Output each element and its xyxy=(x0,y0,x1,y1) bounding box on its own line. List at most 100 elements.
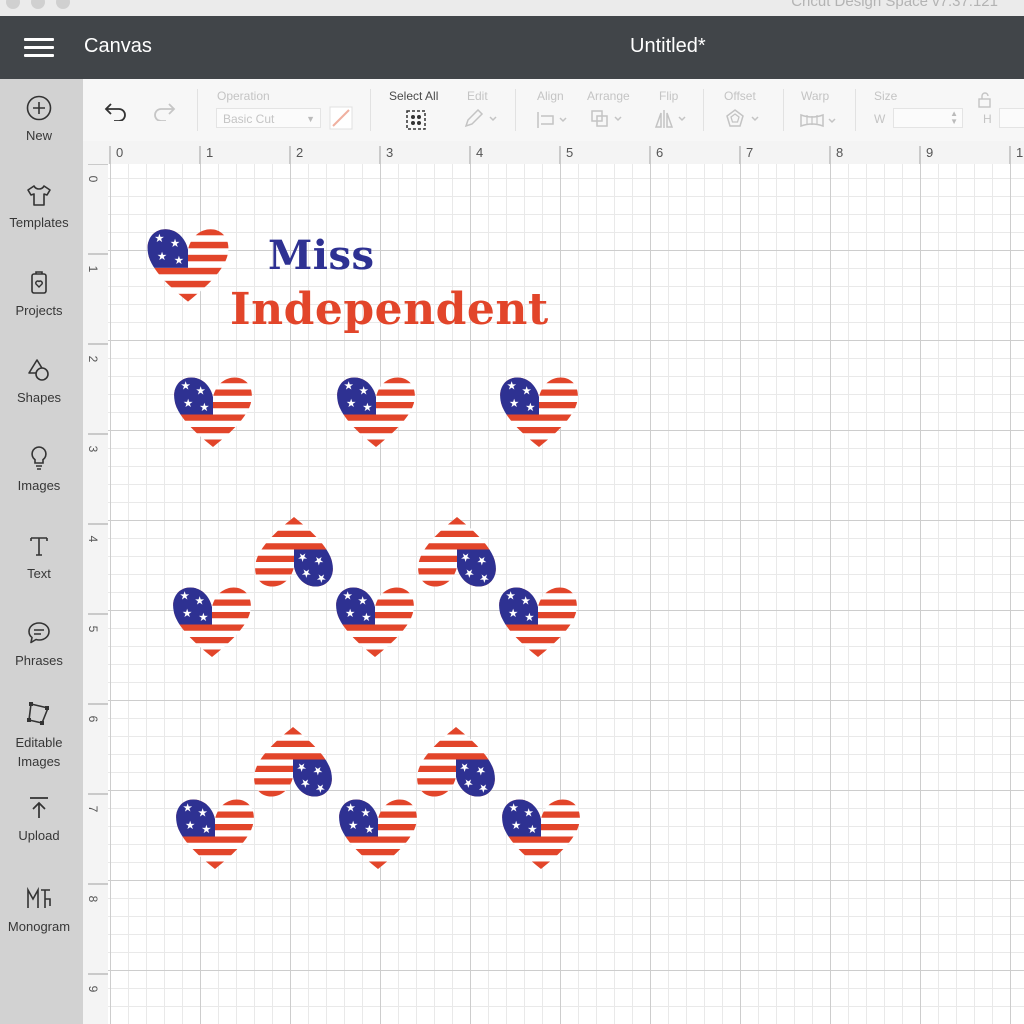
height-label: H xyxy=(983,112,992,126)
ruler-label-4: 4 xyxy=(476,145,484,160)
sidebar-item-monogram[interactable]: Monogram xyxy=(0,885,78,934)
toolbar-divider xyxy=(515,89,516,131)
ruler-label-2: 2 xyxy=(296,145,304,160)
operation-value: Basic Cut xyxy=(223,112,275,126)
sidebar-label-templates: Templates xyxy=(9,215,69,230)
arrange-icon[interactable] xyxy=(590,109,626,129)
toolbar-divider xyxy=(783,89,784,131)
vruler-label-5: 5 xyxy=(86,625,100,633)
unlock-icon[interactable] xyxy=(976,91,994,109)
vruler-label-8: 8 xyxy=(86,895,100,903)
toolbar-divider xyxy=(855,89,856,131)
chevron-down-icon: ▼ xyxy=(306,114,315,124)
sidebar-label-text: Text xyxy=(27,566,51,581)
toolbar-divider xyxy=(370,89,371,131)
vruler-label-7: 7 xyxy=(86,805,100,813)
toolbar-divider xyxy=(197,89,198,131)
editable-images-icon xyxy=(27,702,49,725)
offset-label: Offset xyxy=(724,89,756,103)
width-input[interactable]: ▲ ▼ xyxy=(893,108,963,128)
stepper-icon[interactable]: ▲ ▼ xyxy=(950,110,958,126)
operation-select[interactable]: Basic Cut ▼ xyxy=(216,108,321,128)
text-icon xyxy=(30,537,48,556)
warp-icon[interactable] xyxy=(799,111,839,129)
height-input[interactable] xyxy=(999,108,1024,128)
edit-pencil-icon[interactable] xyxy=(463,109,499,129)
flip-label: Flip xyxy=(659,89,679,103)
window-title-bar: Cricut Design Space v7.37.121 xyxy=(0,0,1024,16)
projects-icon xyxy=(31,271,47,294)
upload-icon xyxy=(30,797,48,818)
ruler-label-9: 9 xyxy=(926,145,934,160)
vruler-label-0: 0 xyxy=(86,175,100,183)
sidebar-label-phrases: Phrases xyxy=(15,653,63,668)
size-label: Size xyxy=(874,89,898,103)
speech-bubble-icon xyxy=(28,622,50,644)
edit-label: Edit xyxy=(467,89,488,103)
lightbulb-icon xyxy=(31,446,47,470)
window-title: Cricut Design Space v7.37.121 xyxy=(791,0,998,10)
design-canvas[interactable]: ★ ★ ★ ★ Mi xyxy=(108,164,1024,1024)
plus-circle-icon xyxy=(26,95,52,121)
ruler-label-10: 1 xyxy=(1016,145,1024,160)
undo-icon[interactable] xyxy=(103,101,129,121)
vruler-label-2: 2 xyxy=(86,355,100,363)
document-title[interactable]: Untitled* xyxy=(630,35,706,58)
sidebar-label-editable-images: Editable Images xyxy=(15,735,63,769)
redo-icon[interactable] xyxy=(151,101,177,121)
tshirt-icon xyxy=(27,185,51,206)
ruler-label-3: 3 xyxy=(386,145,394,160)
sidebar-label-projects: Projects xyxy=(15,303,63,318)
sidebar-item-phrases[interactable]: Phrases xyxy=(0,619,78,668)
sidebar-item-shapes[interactable]: Shapes xyxy=(0,356,78,405)
warp-label: Warp xyxy=(801,89,830,103)
horizontal-ruler: 0 1 2 3 4 5 6 7 8 9 1 xyxy=(83,141,1024,165)
width-label: W xyxy=(874,112,886,126)
window-zoom-button[interactable] xyxy=(56,0,70,9)
design-text-independent[interactable]: Independent xyxy=(230,284,549,335)
align-icon[interactable] xyxy=(536,110,570,130)
sidebar-item-upload[interactable]: Upload xyxy=(0,794,78,843)
monogram-icon xyxy=(27,886,51,908)
ruler-label-0: 0 xyxy=(116,145,124,160)
align-label: Align xyxy=(537,89,564,103)
vruler-label-3: 3 xyxy=(86,445,100,453)
vruler-label-4: 4 xyxy=(86,535,100,543)
sidebar-label-new: New xyxy=(25,128,52,143)
window-close-button[interactable] xyxy=(6,0,20,9)
window-minimize-button[interactable] xyxy=(31,0,45,9)
toolbar-divider xyxy=(703,89,704,131)
ruler-label-1: 1 xyxy=(206,145,214,160)
sidebar-item-projects[interactable]: Projects xyxy=(0,269,78,318)
sidebar-item-templates[interactable]: Templates xyxy=(0,181,78,230)
select-all-icon[interactable] xyxy=(405,109,427,131)
vruler-label-9: 9 xyxy=(86,985,100,993)
left-sidebar: New Templates Projects Shapes Images Tex… xyxy=(0,79,83,1024)
canvas-title: Canvas xyxy=(84,35,152,57)
sidebar-label-upload: Upload xyxy=(18,828,60,843)
horizontal-ruler-ticks xyxy=(109,146,1011,164)
sidebar-item-new[interactable]: New xyxy=(0,94,78,143)
ruler-label-6: 6 xyxy=(656,145,664,160)
hamburger-menu-icon[interactable] xyxy=(24,38,54,57)
sidebar-item-text[interactable]: Text xyxy=(0,532,78,581)
app-header: Canvas Untitled* xyxy=(0,16,1024,79)
ruler-label-5: 5 xyxy=(566,145,574,160)
shapes-icon xyxy=(28,359,49,381)
sidebar-item-images[interactable]: Images xyxy=(0,444,78,493)
ruler-label-7: 7 xyxy=(746,145,754,160)
vruler-label-1: 1 xyxy=(86,265,100,273)
sidebar-label-monogram: Monogram xyxy=(7,919,71,934)
offset-icon[interactable] xyxy=(724,108,762,130)
flag-heart-large xyxy=(143,229,234,302)
design-text-miss[interactable]: Miss xyxy=(268,232,375,279)
edit-toolbar: Operation Basic Cut ▼ Select All Edit Al… xyxy=(83,79,1024,142)
ruler-label-8: 8 xyxy=(836,145,844,160)
sidebar-item-editable-images[interactable]: Editable Images xyxy=(0,699,78,771)
flip-icon[interactable] xyxy=(653,108,689,130)
sidebar-label-shapes: Shapes xyxy=(16,390,62,405)
linetype-color-swatch[interactable] xyxy=(329,106,353,130)
flag-heart-grid xyxy=(168,377,585,869)
sidebar-label-images: Images xyxy=(17,478,61,493)
select-all-label[interactable]: Select All xyxy=(389,89,438,103)
